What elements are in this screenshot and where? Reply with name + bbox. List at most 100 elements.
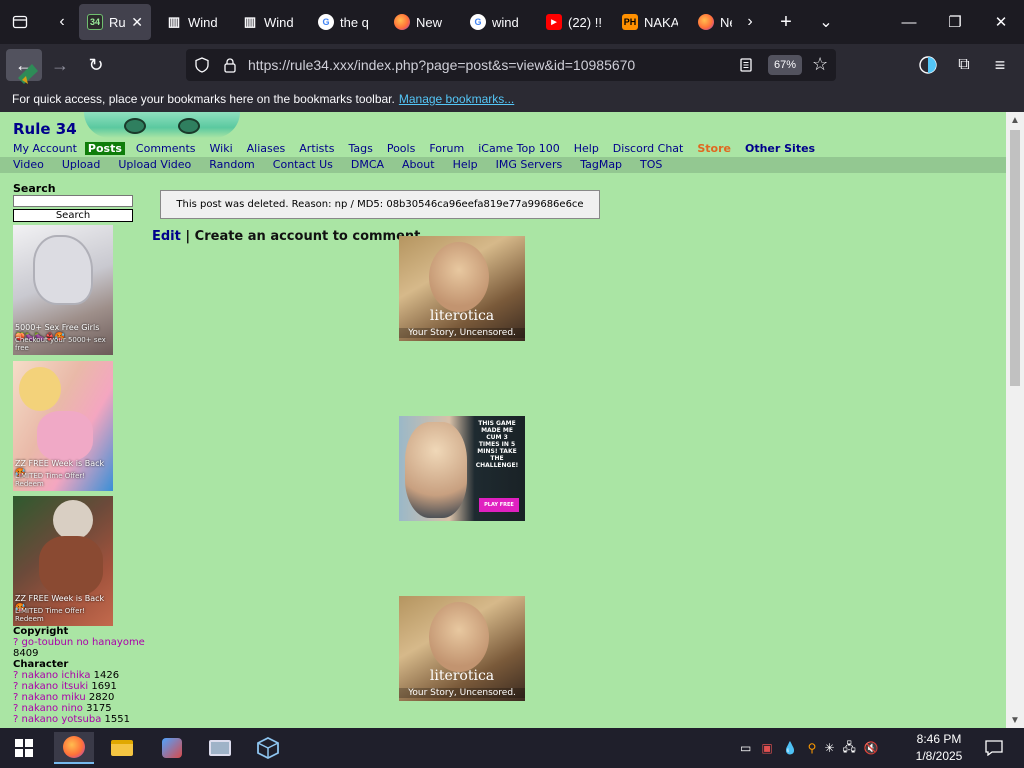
submenu-tos[interactable]: TOS — [640, 158, 662, 171]
tab-youtube[interactable]: ▶ (22) !! — [538, 4, 610, 40]
scrollbar-thumb[interactable] — [1010, 130, 1020, 386]
taskbar-firefox-icon[interactable] — [54, 732, 94, 764]
sidebar-ad[interactable]: 5000+ Sex Free Girls 🍑🍆🍆👙🥵 Checkout your… — [13, 225, 113, 355]
tag-help-link[interactable]: ? — [13, 637, 18, 648]
menu-pools[interactable]: Pools — [387, 142, 416, 155]
start-windows-icon[interactable] — [4, 732, 44, 764]
taskbar-network-computer-icon[interactable] — [200, 732, 240, 764]
taskbar-app-icon[interactable] — [152, 732, 192, 764]
search-tray-icon[interactable]: ⚲ — [808, 741, 817, 755]
submenu-about[interactable]: About — [402, 158, 435, 171]
literotica-ad[interactable]: literotica Your Story, Uncensored. — [399, 596, 525, 701]
site-logo[interactable]: Rule 34 — [13, 120, 77, 138]
submenu-upload[interactable]: Upload — [62, 158, 101, 171]
tracking-protection-shield-icon[interactable] — [194, 57, 210, 76]
bookmark-star-icon[interactable]: ☆ — [812, 54, 828, 75]
tag-item[interactable]: ? nakano itsuki 1691 — [13, 681, 145, 692]
create-account-link[interactable]: Create an account to comment — [195, 229, 421, 244]
tag-link[interactable]: go-toubun no hanayome — [22, 637, 145, 648]
submenu-img-servers[interactable]: IMG Servers — [496, 158, 563, 171]
submenu-contact[interactable]: Contact Us — [273, 158, 333, 171]
taskbar-file-explorer-icon[interactable] — [102, 732, 142, 764]
scroll-tabs-left-icon[interactable]: ‹ — [44, 4, 80, 40]
edit-link[interactable]: Edit — [152, 229, 181, 244]
tag-link[interactable]: nakano itsuki — [22, 681, 89, 692]
tag-item[interactable]: ? nakano miku 2820 — [13, 692, 145, 703]
menu-tags[interactable]: Tags — [348, 142, 372, 155]
submenu-dmca[interactable]: DMCA — [351, 158, 384, 171]
scroll-tabs-right-icon[interactable]: › — [732, 4, 768, 40]
reload-icon[interactable]: ↻ — [78, 49, 114, 81]
account-sync-icon[interactable] — [910, 49, 946, 81]
tag-help-link[interactable]: ? — [13, 670, 18, 681]
tab-overview-icon[interactable] — [2, 4, 38, 40]
menu-aliases[interactable]: Aliases — [247, 142, 286, 155]
submenu-video[interactable]: Video — [13, 158, 44, 171]
menu-icame[interactable]: iCame Top 100 — [478, 142, 560, 155]
minimize-icon[interactable]: — — [886, 0, 932, 44]
literotica-ad[interactable]: literotica Your Story, Uncensored. — [399, 236, 525, 341]
tab-wind-1[interactable]: ▥ Wind — [158, 4, 230, 40]
restore-icon[interactable]: ❐ — [932, 0, 978, 44]
tab-google-1[interactable]: G the q — [310, 4, 382, 40]
tag-link[interactable]: nakano miku — [22, 692, 86, 703]
droplet-tray-icon[interactable]: 💧 — [783, 741, 798, 755]
close-window-icon[interactable]: ✕ — [978, 0, 1024, 44]
play-free-button[interactable]: PLAY FREE — [479, 498, 519, 512]
menu-hamburger-icon[interactable]: ≡ — [982, 49, 1018, 81]
tag-link[interactable]: nakano yotsuba — [22, 714, 102, 725]
scroll-down-icon[interactable]: ▼ — [1006, 712, 1024, 728]
network-tray-icon[interactable]: 🖧 — [843, 738, 856, 759]
taskbar-clock[interactable]: 8:46 PM 1/8/2025 — [908, 731, 970, 765]
tag-help-link[interactable]: ? — [13, 692, 18, 703]
submenu-tagmap[interactable]: TagMap — [580, 158, 622, 171]
list-all-tabs-icon[interactable]: ⌄ — [808, 4, 844, 40]
lock-icon[interactable] — [222, 57, 238, 76]
tab-wind-2[interactable]: ▥ Wind — [234, 4, 306, 40]
submenu-upload-video[interactable]: Upload Video — [118, 158, 191, 171]
submenu-help[interactable]: Help — [453, 158, 478, 171]
tablet-tray-icon[interactable]: ▭ — [740, 741, 751, 755]
menu-other-sites[interactable]: Other Sites — [745, 142, 815, 155]
tray-app-icon[interactable]: ▣ — [761, 741, 772, 755]
extensions-icon[interactable]: ⧉ — [946, 49, 982, 81]
notifications-icon[interactable] — [974, 732, 1014, 764]
asterisk-tray-icon[interactable]: ✳ — [824, 741, 834, 755]
menu-posts[interactable]: Posts — [84, 142, 125, 155]
page-scrollbar[interactable]: ▲ ▼ — [1006, 112, 1024, 728]
manage-bookmarks-link[interactable]: Manage bookmarks... — [399, 92, 514, 106]
menu-help[interactable]: Help — [574, 142, 599, 155]
tab-ph[interactable]: PH NAKA — [614, 4, 686, 40]
game-ad[interactable]: THIS GAME MADE ME CUM 3 TIMES IN 5 MINS!… — [399, 416, 525, 521]
taskbar-virtualbox-icon[interactable] — [248, 732, 288, 764]
menu-comments[interactable]: Comments — [136, 142, 196, 155]
forward-icon[interactable]: → — [42, 49, 78, 81]
sidebar-ad[interactable]: ZZ FREE Week is Back🥵 LIMITED Time Offer… — [13, 496, 113, 626]
tab-google-2[interactable]: G wind — [462, 4, 534, 40]
tag-item[interactable]: ? nakano ichika 1426 — [13, 670, 145, 681]
tag-help-link[interactable]: ? — [13, 714, 18, 725]
tag-help-link[interactable]: ? — [13, 681, 18, 692]
tag-link[interactable]: nakano ichika — [22, 670, 91, 681]
scroll-up-icon[interactable]: ▲ — [1006, 112, 1024, 128]
tag-item[interactable]: ? nakano nino 3175 — [13, 703, 145, 714]
menu-artists[interactable]: Artists — [299, 142, 334, 155]
close-tab-icon[interactable]: ✕ — [131, 14, 143, 31]
reader-view-icon[interactable] — [738, 57, 754, 76]
search-button[interactable]: Search — [13, 209, 133, 222]
menu-store[interactable]: Store — [697, 142, 731, 155]
tag-help-link[interactable]: ? — [13, 703, 18, 714]
menu-forum[interactable]: Forum — [429, 142, 464, 155]
volume-muted-icon[interactable]: 🔇 — [864, 741, 879, 755]
sidebar-ad[interactable]: ZZ FREE Week is Back🥵 LIMITED Time Offer… — [13, 361, 113, 491]
url-text[interactable]: https://rule34.xxx/index.php?page=post&s… — [248, 57, 635, 73]
url-bar[interactable]: https://rule34.xxx/index.php?page=post&s… — [186, 49, 836, 81]
tab-firefox-1[interactable]: New — [386, 4, 458, 40]
menu-my-account[interactable]: My Account — [13, 142, 77, 155]
menu-discord[interactable]: Discord Chat — [613, 142, 684, 155]
menu-wiki[interactable]: Wiki — [210, 142, 233, 155]
tab-rule34[interactable]: 34 Rul ✕ — [79, 4, 151, 40]
tag-link[interactable]: nakano nino — [22, 703, 83, 714]
tag-item[interactable]: ? nakano yotsuba 1551 — [13, 714, 145, 725]
tag-item[interactable]: ? go-toubun no hanayome — [13, 637, 145, 648]
